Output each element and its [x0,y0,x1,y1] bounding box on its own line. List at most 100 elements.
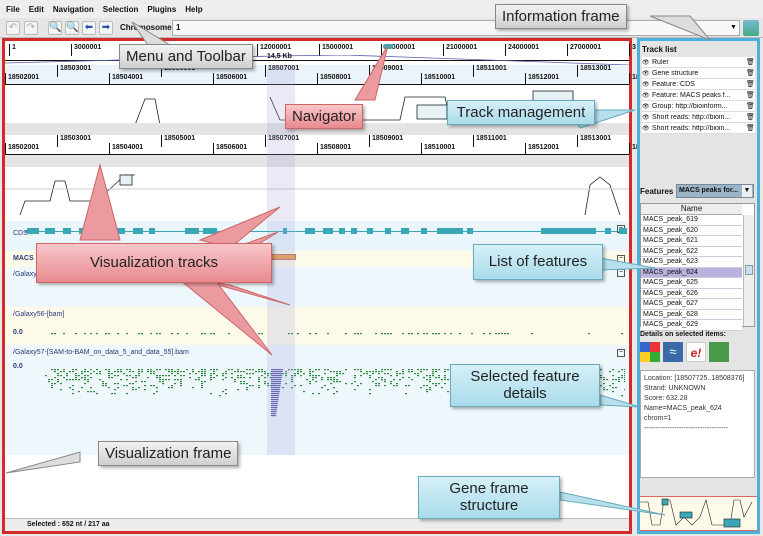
trash-icon[interactable]: 🗑 [746,124,755,132]
eye-icon[interactable]: 👁 [642,92,652,99]
track-list-item[interactable]: 👁 Short reads: http://bioin... 🗑 [642,112,755,123]
collapse-icon[interactable]: − [617,349,625,357]
collapse-icon[interactable]: − [617,269,625,277]
track-list-item[interactable]: 👁 Short reads: http://bioin... 🗑 [642,123,755,134]
cds-exon[interactable] [185,228,199,234]
read-mark [315,333,317,335]
redo-icon[interactable]: ↷ [24,21,38,35]
cds-exon[interactable] [45,228,55,234]
read-mark [201,385,203,387]
read-mark [624,389,625,391]
track-list-item[interactable]: 👁 Group: http://bioinform... 🗑 [642,101,755,112]
google-icon[interactable] [640,342,660,362]
cds-exon[interactable] [27,228,39,234]
track-list-item[interactable]: 👁 Feature: MACS peaks f... 🗑 [642,90,755,101]
feature-row[interactable]: MACS_peak_620 [641,225,742,236]
feature-row[interactable]: MACS_peak_619 [641,215,742,226]
cds-exon[interactable] [605,228,611,234]
cds-exon[interactable] [351,228,357,234]
galaxy-track-2[interactable]: /Galaxy56-[bam] 0.0 [5,307,629,345]
trash-icon[interactable]: 🗑 [746,113,755,121]
eye-icon[interactable]: 👁 [642,59,652,66]
cds-exon[interactable] [117,228,125,234]
collapse-icon[interactable]: − [617,255,625,263]
trash-icon[interactable]: 🗑 [746,69,755,77]
ncbi-icon[interactable]: ≈ [663,342,683,362]
feature-row[interactable]: MACS_peak_624 [641,267,742,278]
feature-row[interactable]: MACS_peak_629 [641,320,742,331]
track-list-item[interactable]: 👁 Feature: CDS 🗑 [642,79,755,90]
trash-icon[interactable]: 🗑 [746,91,755,99]
menu-selection[interactable]: Selection [103,5,139,14]
vtr-logo-icon[interactable] [743,20,759,36]
cds-exon[interactable] [339,228,345,234]
read-mark [261,333,263,335]
feature-row[interactable]: MACS_peak_623 [641,257,742,268]
zoom-out-icon[interactable]: 🔍 [65,21,79,35]
cds-exon[interactable] [95,228,109,234]
cds-exon[interactable] [401,228,409,234]
cds-exon[interactable] [209,228,217,234]
trash-icon[interactable]: 🗑 [746,58,755,66]
cds-exon[interactable] [437,228,463,234]
cds-exon[interactable] [133,228,143,234]
arrow-right-icon[interactable]: ➡ [99,21,113,35]
eye-icon[interactable]: 👁 [642,81,652,88]
read-mark [156,375,158,377]
eye-icon[interactable]: 👁 [642,125,652,132]
feature-row[interactable]: MACS_peak_626 [641,288,742,299]
feature-row[interactable]: MACS_peak_628 [641,309,742,320]
track-list-item[interactable]: 👁 Ruler 🗑 [642,57,755,68]
read-mark [354,377,356,379]
export-icon[interactable] [709,342,729,362]
read-mark [261,369,263,371]
menu-navigation[interactable]: Navigation [53,5,94,14]
chevron-down-icon[interactable]: ▼ [728,21,739,35]
cds-exon[interactable] [619,228,627,234]
cds-exon[interactable] [305,228,315,234]
ensembl-icon[interactable]: e! [686,342,706,362]
features-scrollbar[interactable] [743,215,754,326]
cds-exon[interactable] [63,228,71,234]
cds-exon[interactable] [385,228,391,234]
menu-help[interactable]: Help [185,5,202,14]
feature-row[interactable]: MACS_peak_621 [641,236,742,247]
detail-ruler[interactable]: 1850300118505001185070011850900118511001… [5,65,715,85]
arrow-left-icon[interactable]: ⬅ [82,21,96,35]
cds-exon[interactable] [79,228,87,234]
zoom-in-icon[interactable]: 🔍 [48,21,62,35]
feature-row[interactable]: MACS_peak_622 [641,246,742,257]
read-mark [201,381,203,383]
gene-frame-structure[interactable] [640,496,757,531]
chromosome-input[interactable]: 1 [172,20,740,36]
read-mark [621,377,623,379]
name-column-header[interactable]: Name [641,204,742,215]
features-select[interactable]: MACS peaks for... ▼ [676,184,754,198]
trash-icon[interactable]: 🗑 [746,80,755,88]
cds-exon[interactable] [421,228,427,234]
track-list-item[interactable]: 👁 Gene structure 🗑 [642,68,755,79]
chevron-down-icon[interactable]: ▼ [742,185,752,197]
read-mark [309,373,311,375]
cds-exon[interactable] [323,228,333,234]
eye-icon[interactable]: 👁 [642,70,652,77]
feature-row[interactable]: MACS_peak_625 [641,278,742,289]
cds-exon[interactable] [149,228,155,234]
menu-plugins[interactable]: Plugins [147,5,176,14]
menu-file[interactable]: File [6,5,20,14]
navigator-marker[interactable] [383,44,393,49]
cds-exon[interactable] [367,228,373,234]
cds-exon[interactable] [541,228,596,234]
cds-exon[interactable] [467,228,473,234]
undo-icon[interactable]: ↶ [6,21,20,35]
detail-ruler-2[interactable]: 18503001 18505001 18507001 18509001 18511001… [5,135,663,155]
menu-edit[interactable]: Edit [29,5,44,14]
read-mark [309,375,311,377]
ruler-tick: 18508001 [317,143,351,154]
trash-icon[interactable]: 🗑 [746,102,755,110]
eye-icon[interactable]: 👁 [642,103,652,110]
feature-row[interactable]: MACS_peak_627 [641,299,742,310]
read-mark [108,333,110,335]
gene-structure-track-2[interactable] [5,155,629,221]
eye-icon[interactable]: 👁 [642,114,652,121]
